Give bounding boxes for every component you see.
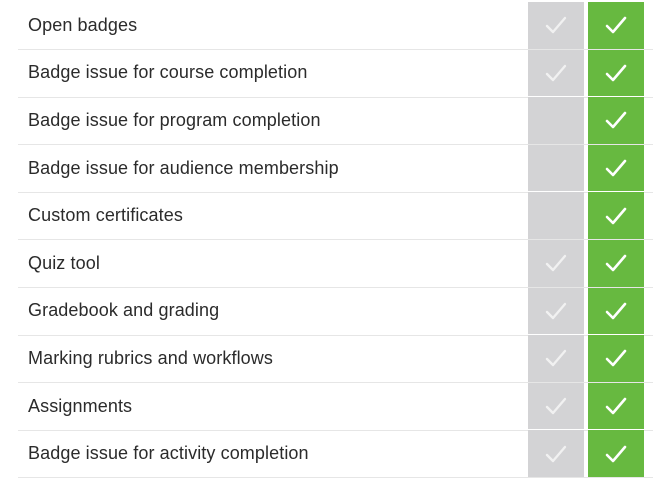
basic-plan-cell	[528, 144, 584, 192]
checkmark-icon	[605, 16, 627, 34]
feature-label: Badge issue for audience membership	[28, 157, 339, 178]
checkmark-icon	[605, 254, 627, 272]
feature-row: Badge issue for audience membership	[18, 144, 653, 193]
premium-plan-cell	[588, 287, 644, 335]
feature-row: Badge issue for course completion	[18, 49, 653, 98]
checkmark-icon	[605, 159, 627, 177]
basic-plan-cell	[528, 239, 584, 287]
checkmark-icon	[545, 17, 567, 34]
premium-plan-cell	[588, 335, 644, 382]
premium-plan-cell	[588, 382, 644, 430]
feature-row: Custom certificates	[18, 192, 653, 241]
basic-plan-cell	[528, 287, 584, 335]
basic-plan-cell	[528, 335, 584, 382]
feature-label: Badge issue for course completion	[28, 62, 308, 83]
feature-row: Gradebook and grading	[18, 287, 653, 336]
basic-plan-cell	[528, 2, 584, 49]
checkmark-icon	[605, 112, 627, 129]
feature-label: Custom certificates	[28, 205, 183, 226]
basic-plan-cell	[528, 382, 584, 430]
feature-row: Quiz tool	[18, 239, 653, 288]
feature-row: Assignments	[18, 382, 653, 431]
checkmark-icon	[605, 445, 627, 462]
premium-plan-cell	[588, 144, 644, 192]
checkmark-icon	[605, 302, 627, 320]
premium-plan-cell	[588, 97, 644, 144]
premium-plan-cell	[588, 2, 644, 49]
feature-label: Assignments	[28, 395, 133, 416]
feature-label: Badge issue for activity completion	[28, 443, 309, 464]
checkmark-icon	[545, 255, 567, 272]
checkmark-icon	[605, 207, 627, 224]
basic-plan-cell	[528, 192, 584, 239]
basic-plan-cell	[528, 49, 584, 97]
basic-plan-cell	[528, 430, 584, 477]
checkmark-icon	[605, 350, 627, 367]
premium-plan-cell	[588, 192, 644, 239]
feature-label: Open badges	[28, 14, 138, 35]
feature-label: Badge issue for program completion	[28, 109, 321, 130]
feature-comparison-table: Open badges Badge issue for course compl…	[18, 2, 653, 479]
checkmark-icon	[545, 350, 567, 367]
feature-row: Marking rubrics and workflows	[18, 335, 653, 383]
feature-row: Open badges	[18, 2, 653, 50]
feature-label: Quiz tool	[28, 252, 100, 273]
premium-plan-cell	[588, 49, 644, 97]
checkmark-icon	[545, 397, 567, 415]
premium-plan-cell	[588, 430, 644, 477]
feature-label: Gradebook and grading	[28, 300, 220, 321]
basic-plan-cell	[528, 97, 584, 144]
feature-row: Badge issue for program completion	[18, 97, 653, 145]
feature-row: Badge issue for activity completion	[18, 430, 653, 479]
checkmark-icon	[605, 64, 627, 82]
checkmark-icon	[545, 64, 567, 82]
feature-label: Marking rubrics and workflows	[28, 347, 273, 368]
premium-plan-cell	[588, 239, 644, 287]
checkmark-icon	[545, 302, 567, 320]
checkmark-icon	[545, 445, 567, 462]
checkmark-icon	[605, 397, 627, 415]
